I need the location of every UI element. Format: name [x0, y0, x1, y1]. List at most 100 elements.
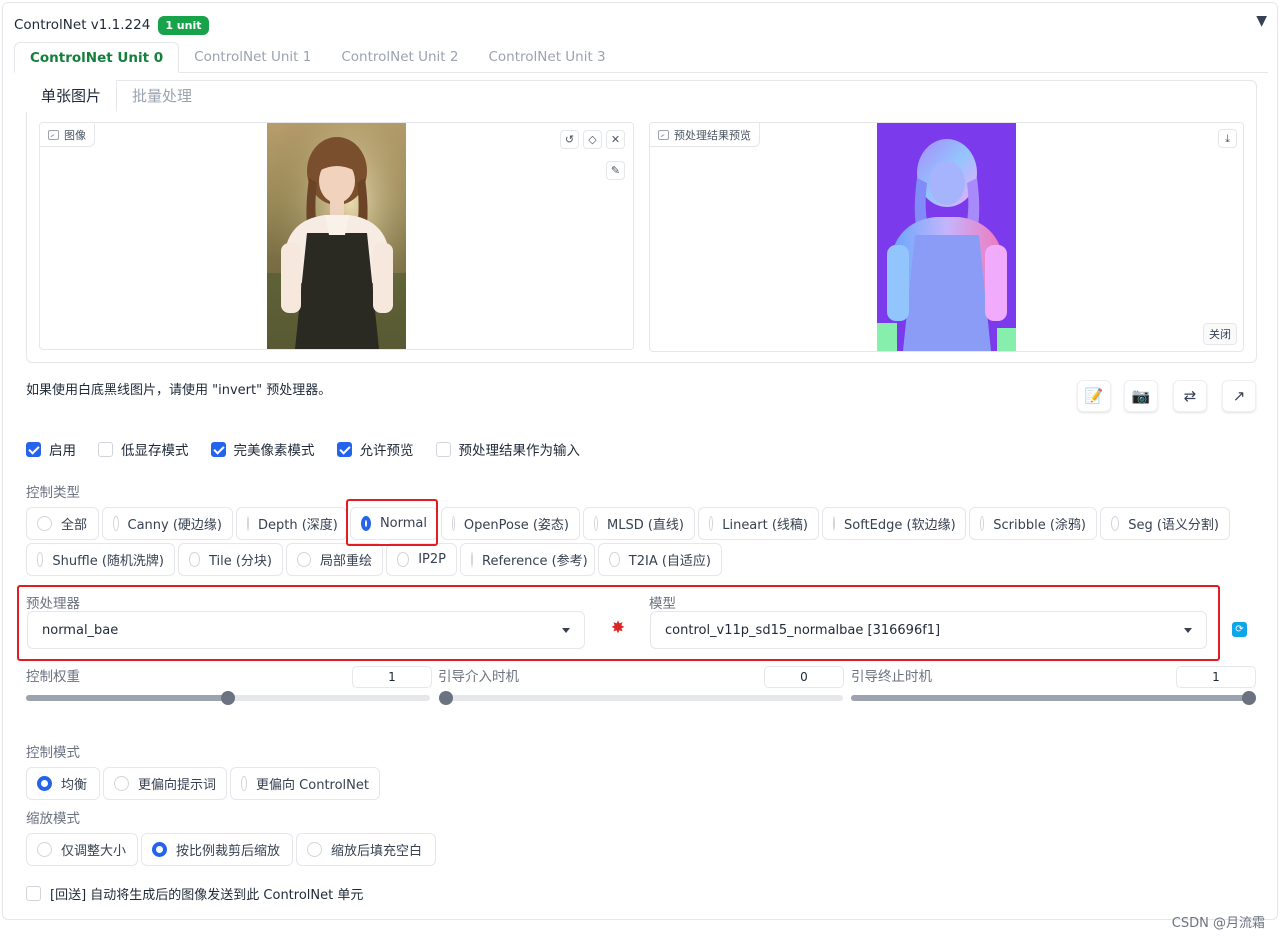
radio-dot	[247, 516, 249, 531]
control-type-mlsd[interactable]: MLSD (直线)	[583, 507, 695, 540]
radio-label: Tile (分块)	[208, 554, 272, 569]
checkbox-label: 启用	[49, 443, 76, 459]
guidance-start-input[interactable]: 0	[764, 666, 844, 688]
resize-mode-crop[interactable]: 按比例裁剪后缩放	[141, 833, 293, 866]
control-type-scribble[interactable]: Scribble (涂鸦)	[969, 507, 1097, 540]
radio-dot	[189, 552, 200, 567]
close-icon[interactable]: ✕	[606, 130, 625, 149]
invert-hint: 如果使用白底黑线图片，请使用 "invert" 预处理器。	[26, 383, 332, 398]
control-type-canny[interactable]: Canny (硬边缘)	[102, 507, 233, 540]
pixel-perfect-checkbox[interactable]: 完美像素模式	[210, 439, 315, 459]
radio-label: Depth (深度)	[258, 518, 338, 533]
close-preview-button[interactable]: 关闭	[1203, 323, 1237, 345]
enable-checkbox[interactable]: 启用	[26, 439, 76, 459]
controlnet-title: ControlNet v1.1.224	[14, 17, 151, 33]
guidance-start-slider[interactable]	[439, 691, 843, 705]
radio-label: Lineart (线稿)	[722, 518, 808, 533]
checkbox[interactable]	[26, 886, 41, 901]
control-type-lineart[interactable]: Lineart (线稿)	[698, 507, 819, 540]
preprocessor-label: 预处理器	[26, 596, 80, 612]
weight-label: 控制权重	[26, 669, 80, 685]
preview-image-panel: 预处理结果预览 ⤓ 关闭	[649, 122, 1244, 352]
model-label: 模型	[649, 596, 676, 612]
preview-as-input-checkbox[interactable]: 预处理结果作为输入	[435, 439, 580, 459]
resize-mode-fill[interactable]: 缩放后填充空白	[296, 833, 436, 866]
radio-dot	[709, 516, 714, 531]
preview-label-text: 预处理结果预览	[674, 128, 751, 142]
camera-icon[interactable]: 📷	[1124, 380, 1158, 412]
control-mode-controlnet[interactable]: 更偏向 ControlNet	[230, 767, 380, 800]
preview-label: 预处理结果预览	[650, 123, 760, 147]
tab-batch[interactable]: 批量处理	[117, 80, 207, 112]
control-type-tile[interactable]: Tile (分块)	[178, 543, 283, 576]
low-vram-checkbox[interactable]: 低显存模式	[98, 439, 189, 459]
tab-unit-0[interactable]: ControlNet Unit 0	[14, 42, 180, 73]
guidance-end-slider[interactable]	[851, 691, 1256, 705]
unit-count-badge: 1 unit	[158, 15, 209, 35]
checkbox[interactable]	[26, 441, 41, 457]
checkbox[interactable]	[210, 441, 226, 457]
control-mode-options: 均衡 更偏向提示词 更偏向 ControlNet	[26, 767, 383, 800]
brush-icon[interactable]: ✎	[606, 161, 625, 180]
checkbox-label: 完美像素模式	[233, 443, 315, 459]
loopback-checkbox[interactable]: [回送] 自动将生成后的图像发送到此 ControlNet 单元	[26, 884, 363, 903]
model-dropdown[interactable]: control_v11p_sd15_normalbae [316696f1]	[650, 611, 1207, 649]
option-checkboxes: 启用 低显存模式 完美像素模式 允许预览 预处理结果作为输入	[26, 438, 602, 460]
control-type-all[interactable]: 全部	[26, 507, 99, 540]
radio-dot	[114, 776, 129, 791]
input-image	[267, 123, 406, 349]
run-preprocessor-icon[interactable]: ✸	[601, 613, 635, 645]
weight-input[interactable]: 1	[352, 666, 432, 688]
undo-icon[interactable]: ↺	[560, 130, 579, 149]
radio-label: 缩放后填充空白	[331, 844, 423, 859]
checkbox[interactable]	[98, 441, 113, 457]
watermark: CSDN @月流霜	[1171, 916, 1265, 931]
allow-preview-checkbox[interactable]: 允许预览	[336, 439, 414, 459]
control-mode-balanced[interactable]: 均衡	[26, 767, 100, 800]
control-type-t2ia[interactable]: T2IA (自适应)	[598, 543, 722, 576]
tab-unit-2[interactable]: ControlNet Unit 2	[326, 42, 473, 73]
tab-unit-1[interactable]: ControlNet Unit 1	[179, 42, 326, 73]
slider-thumb[interactable]	[221, 691, 235, 705]
collapse-triangle-icon[interactable]: ▼	[1256, 13, 1267, 29]
control-type-ip2p[interactable]: IP2P	[386, 543, 457, 576]
edit-icon[interactable]: 📝	[1077, 380, 1111, 412]
radio-label: Reference (参考)	[482, 554, 588, 569]
weight-slider[interactable]	[26, 691, 430, 705]
control-type-softedge[interactable]: SoftEdge (软边缘)	[822, 507, 966, 540]
control-mode-prompt[interactable]: 更偏向提示词	[103, 767, 227, 800]
preprocessor-dropdown[interactable]: normal_bae	[27, 611, 585, 649]
guidance-end-input[interactable]: 1	[1176, 666, 1256, 688]
resize-mode-label: 缩放模式	[26, 811, 80, 827]
control-type-inpaint[interactable]: 局部重绘	[286, 543, 383, 576]
radio-dot	[37, 516, 52, 531]
chevron-down-icon	[562, 627, 570, 633]
radio-label: 仅调整大小	[61, 844, 127, 859]
download-icon[interactable]: ⤓	[1218, 129, 1237, 148]
checkbox[interactable]	[336, 441, 352, 457]
control-type-depth[interactable]: Depth (深度)	[236, 507, 347, 540]
radio-dot	[241, 776, 248, 791]
slider-thumb[interactable]	[439, 691, 453, 705]
checkbox-label: 低显存模式	[121, 443, 189, 459]
control-mode-label: 控制模式	[26, 745, 80, 761]
radio-label: 局部重绘	[319, 554, 372, 569]
eraser-icon[interactable]: ◇	[583, 130, 602, 149]
checkbox[interactable]	[435, 441, 451, 457]
refresh-icon[interactable]: ⟳	[1232, 622, 1247, 637]
control-type-reference[interactable]: Reference (参考)	[460, 543, 595, 576]
control-type-shuffle[interactable]: Shuffle (随机洗牌)	[26, 543, 175, 576]
control-type-seg[interactable]: Seg (语义分割)	[1100, 507, 1230, 540]
tab-unit-3[interactable]: ControlNet Unit 3	[473, 42, 620, 73]
input-image-panel[interactable]: 图像 ↺ ◇ ✕ ✎	[39, 122, 634, 350]
radio-dot	[152, 842, 167, 857]
tab-single-image[interactable]: 单张图片	[26, 80, 118, 112]
model-value: control_v11p_sd15_normalbae [316696f1]	[665, 622, 941, 638]
control-type-openpose[interactable]: OpenPose (姿态)	[441, 507, 580, 540]
swap-icon[interactable]: ⇄	[1173, 380, 1207, 412]
radio-label: 更偏向提示词	[137, 778, 216, 793]
send-dimensions-icon[interactable]: ↗	[1222, 380, 1256, 412]
resize-mode-just-resize[interactable]: 仅调整大小	[26, 833, 138, 866]
radio-label: 更偏向 ControlNet	[256, 778, 369, 793]
slider-thumb[interactable]	[1242, 691, 1256, 705]
